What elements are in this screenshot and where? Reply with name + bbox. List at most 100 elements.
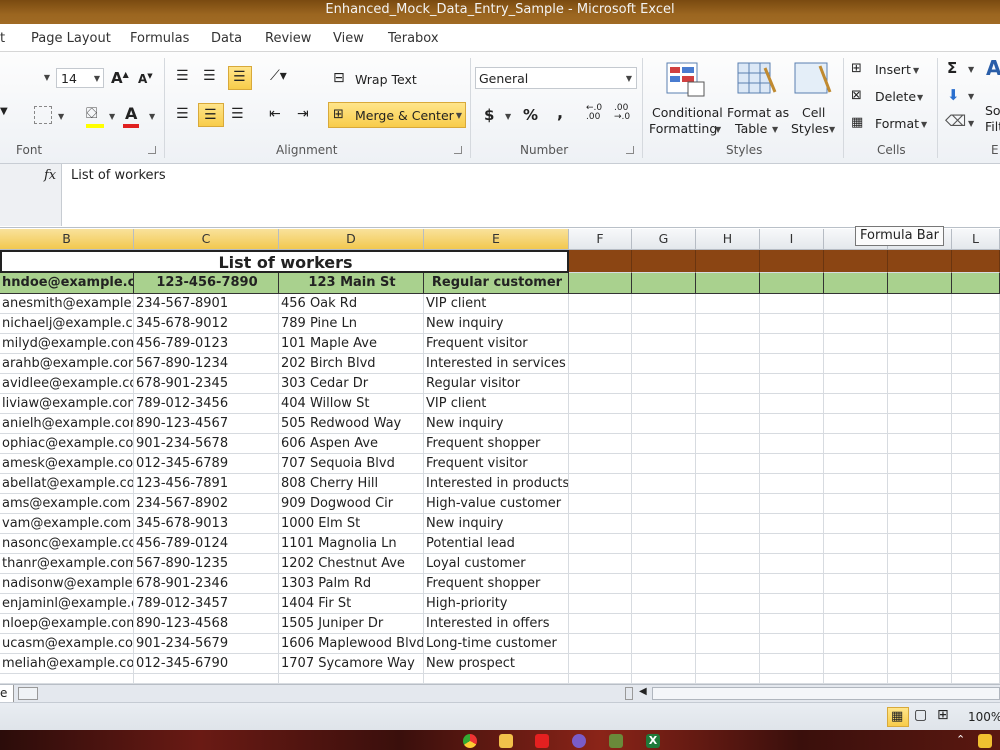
table-cell[interactable]: 1707 Sycamore Way	[279, 654, 424, 674]
align-bottom-button[interactable]: ☰	[228, 66, 252, 90]
table-cell[interactable]	[952, 414, 1000, 434]
scroll-left-icon[interactable]: ◀	[639, 686, 647, 697]
autosum-icon[interactable]: Σ	[947, 59, 957, 77]
table-cell[interactable]	[696, 514, 760, 534]
table-cell[interactable]	[824, 594, 888, 614]
table-cell[interactable]	[952, 534, 1000, 554]
table-cell[interactable]: 1505 Juniper Dr	[279, 614, 424, 634]
table-cell[interactable]	[888, 634, 952, 654]
table-cell[interactable]: 1202 Chestnut Ave	[279, 554, 424, 574]
table-cell[interactable]	[888, 334, 952, 354]
column-header-f[interactable]: F	[569, 229, 632, 250]
font-color-dropdown-icon[interactable]: ▼	[149, 112, 155, 121]
insert-sheet-icon[interactable]	[18, 687, 38, 700]
table-cell[interactable]	[824, 314, 888, 334]
table-cell[interactable]: ucasm@example.com	[0, 634, 134, 654]
increase-decimal-icon[interactable]: ←.0.00	[586, 104, 602, 122]
table-cell[interactable]: avidlee@example.cor	[0, 374, 134, 394]
table-cell[interactable]	[824, 374, 888, 394]
table-cell[interactable]	[569, 674, 632, 684]
table-cell[interactable]	[0, 674, 134, 684]
tray-chevron-icon[interactable]: ⌃	[956, 733, 965, 746]
table-cell[interactable]	[824, 494, 888, 514]
table-cell[interactable]	[569, 554, 632, 574]
excel-icon[interactable]: X	[646, 734, 660, 748]
font-color-icon[interactable]: A	[125, 104, 137, 123]
table-cell[interactable]	[824, 534, 888, 554]
header-row-cell[interactable]	[632, 273, 696, 294]
table-cell[interactable]	[888, 494, 952, 514]
table-cell[interactable]	[824, 434, 888, 454]
table-cell[interactable]	[760, 614, 824, 634]
table-cell[interactable]: 789-012-3456	[134, 394, 279, 414]
table-cell[interactable]	[952, 594, 1000, 614]
table-cell[interactable]	[952, 454, 1000, 474]
tab-review[interactable]: Review	[265, 31, 311, 46]
table-cell[interactable]	[952, 574, 1000, 594]
header-fill-cell[interactable]	[824, 250, 888, 273]
table-cell[interactable]: enjaminl@example.c	[0, 594, 134, 614]
title-cell[interactable]: List of workers	[0, 250, 569, 273]
tab-formulas[interactable]: Formulas	[130, 31, 189, 46]
table-cell[interactable]	[632, 334, 696, 354]
table-cell[interactable]: 789-012-3457	[134, 594, 279, 614]
table-cell[interactable]	[632, 294, 696, 314]
table-cell[interactable]: New inquiry	[424, 414, 569, 434]
table-cell[interactable]	[696, 454, 760, 474]
table-cell[interactable]: 890-123-4568	[134, 614, 279, 634]
align-middle-icon[interactable]: ☰	[203, 68, 216, 84]
table-cell[interactable]: 303 Cedar Dr	[279, 374, 424, 394]
merge-center-button[interactable]: ⊞ Merge & Center ▼	[328, 102, 466, 128]
table-cell[interactable]: 404 Willow St	[279, 394, 424, 414]
currency-button[interactable]: $	[484, 106, 494, 124]
table-cell[interactable]	[952, 394, 1000, 414]
tab-terabox[interactable]: Terabox	[388, 31, 439, 46]
table-cell[interactable]: 606 Aspen Ave	[279, 434, 424, 454]
table-cell[interactable]	[760, 554, 824, 574]
table-cell[interactable]: VIP client	[424, 394, 569, 414]
name-box-area[interactable]: fx	[0, 164, 62, 226]
table-cell[interactable]	[888, 514, 952, 534]
table-cell[interactable]	[569, 614, 632, 634]
table-cell[interactable]	[888, 674, 952, 684]
table-cell[interactable]	[888, 394, 952, 414]
table-cell[interactable]: Loyal customer	[424, 554, 569, 574]
table-cell[interactable]	[760, 294, 824, 314]
tab-data[interactable]: Data	[211, 31, 242, 46]
table-cell[interactable]	[888, 474, 952, 494]
header-fill-cell[interactable]	[696, 250, 760, 273]
sort-filter-label-1[interactable]: So	[985, 103, 1000, 118]
table-cell[interactable]	[424, 674, 569, 684]
sort-filter-icon[interactable]: A	[986, 56, 1000, 80]
table-cell[interactable]	[632, 314, 696, 334]
table-cell[interactable]	[952, 354, 1000, 374]
column-header-d[interactable]: D	[279, 229, 424, 250]
table-cell[interactable]: Regular visitor	[424, 374, 569, 394]
table-cell[interactable]: Interested in products	[424, 474, 569, 494]
table-cell[interactable]	[760, 594, 824, 614]
table-cell[interactable]	[952, 294, 1000, 314]
table-cell[interactable]	[760, 574, 824, 594]
header-row-cell[interactable]: Regular customer	[424, 273, 569, 294]
table-cell[interactable]: liviaw@example.com	[0, 394, 134, 414]
format-as-table-button[interactable]: Format as Table ▼	[724, 58, 789, 142]
table-cell[interactable]: Interested in offers	[424, 614, 569, 634]
table-cell[interactable]: vam@example.com	[0, 514, 134, 534]
insert-button[interactable]: ⊞ Insert ▼	[850, 59, 930, 79]
table-cell[interactable]: Interested in services	[424, 354, 569, 374]
table-cell[interactable]	[632, 494, 696, 514]
table-cell[interactable]: Potential lead	[424, 534, 569, 554]
table-cell[interactable]	[569, 514, 632, 534]
table-cell[interactable]: meliah@example.con	[0, 654, 134, 674]
table-cell[interactable]	[632, 474, 696, 494]
tray-warning-icon[interactable]	[978, 734, 992, 748]
table-cell[interactable]: 567-890-1235	[134, 554, 279, 574]
table-cell[interactable]	[888, 374, 952, 394]
table-cell[interactable]	[888, 554, 952, 574]
table-cell[interactable]: milyd@example.com	[0, 334, 134, 354]
table-cell[interactable]	[824, 654, 888, 674]
table-cell[interactable]: 678-901-2345	[134, 374, 279, 394]
table-cell[interactable]	[632, 414, 696, 434]
table-cell[interactable]	[824, 414, 888, 434]
tab-view[interactable]: View	[333, 31, 364, 46]
